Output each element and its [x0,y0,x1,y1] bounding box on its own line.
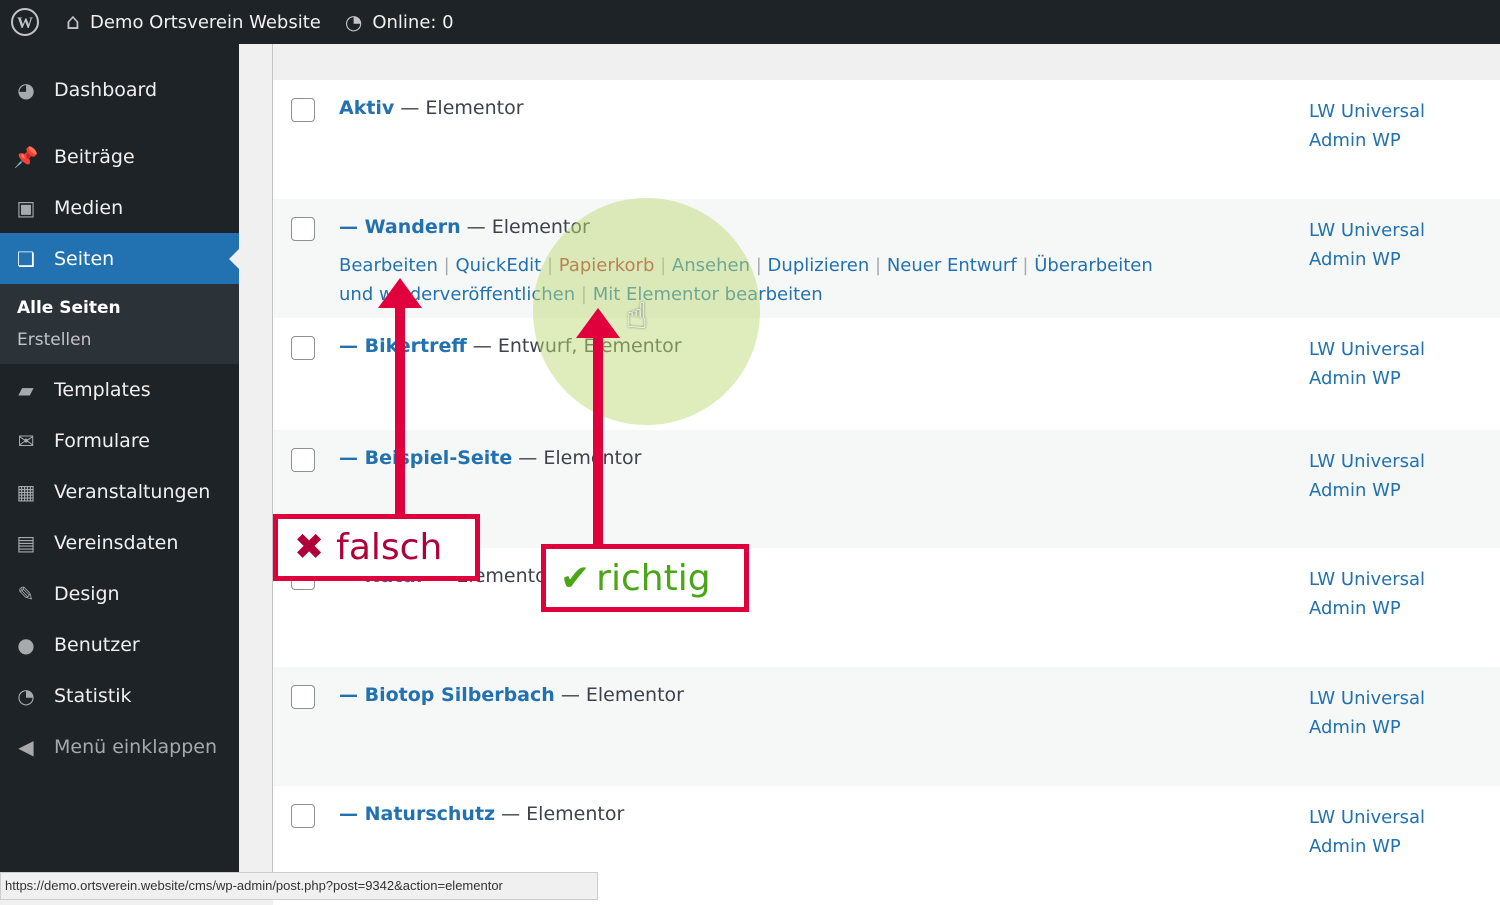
author-link[interactable]: LW Universal [1309,565,1425,594]
wordpress-logo-icon[interactable]: W [10,7,40,37]
svg-text:W: W [17,15,33,32]
page-title-link[interactable]: — Biotop Silberbach [339,684,555,706]
row-checkbox[interactable] [291,336,315,360]
pages-list: Aktiv — Elementor LW Universal Admin WP —… [272,44,1500,905]
author-link[interactable]: LW Universal [1309,447,1425,476]
author-link[interactable]: Admin WP [1309,594,1425,623]
label-right: ✔ richtig [541,544,749,612]
author-link[interactable]: Admin WP [1309,126,1425,155]
row-checkbox[interactable] [291,448,315,472]
author-link[interactable]: LW Universal [1309,684,1425,713]
x-icon: ✖ [294,527,325,568]
mail-icon: ✉ [17,428,35,453]
calendar-icon: ▦ [16,479,36,504]
page-state: — Elementor [495,803,625,825]
arrow-head-wrong [378,278,422,308]
id-card-icon: ▤ [16,530,36,555]
sidebar-item-1[interactable]: 📌 Beiträge [0,131,239,182]
pages-icon: ❏ [17,246,35,271]
arrow-right [593,330,603,547]
dashboard-icon: ◕ [17,77,35,102]
sidebar-item-5[interactable]: ✉ Formulare [0,415,239,466]
table-row: — Bikertreff — Entwurf, Elementor LW Uni… [273,318,1500,437]
author-link[interactable]: Admin WP [1309,364,1425,393]
author-link[interactable]: Admin WP [1309,713,1425,742]
online-counter[interactable]: ◔ Online: 0 [345,10,454,34]
table-row: — Biotop Silberbach — Elementor LW Unive… [273,667,1500,786]
collapse-icon: ◀ [18,734,34,759]
row-action-0[interactable]: Bearbeiten [339,255,438,276]
sidebar-item-8[interactable]: ✎ Design [0,568,239,619]
page-state: — Elementor [554,684,684,706]
page-title-link[interactable]: — Naturschutz [339,803,495,825]
pie-icon: ◔ [344,10,363,34]
pie-icon: ◔ [17,683,35,708]
sidebar-item-9[interactable]: ● Benutzer [0,619,239,670]
sidebar-item-11[interactable]: ◀ Menü einklappen [0,721,239,772]
folder-icon: ▰ [18,377,34,402]
table-row: — Wandern — Elementor Bearbeiten | Quick… [273,199,1500,318]
user-icon: ● [17,632,35,657]
site-name-link[interactable]: ⌂ Demo Ortsverein Website [66,10,321,35]
author-link[interactable]: LW Universal [1309,216,1425,245]
sidebar-item-6[interactable]: ▦ Veranstaltungen [0,466,239,517]
row-checkbox[interactable] [291,98,315,122]
home-icon: ⌂ [66,9,80,35]
author-link[interactable]: Admin WP [1309,476,1425,505]
author-link[interactable]: LW Universal [1309,335,1425,364]
sidebar-item-2[interactable]: ▣ Medien [0,182,239,233]
page-state: — Elementor [512,447,642,469]
row-checkbox[interactable] [291,217,315,241]
media-icon: ▣ [16,195,36,220]
author-link[interactable]: Admin WP [1309,245,1425,274]
submenu-all-pages[interactable]: Alle Seiten [0,292,239,324]
sidebar-item-7[interactable]: ▤ Vereinsdaten [0,517,239,568]
row-action-1[interactable]: QuickEdit [455,255,541,276]
author-link[interactable]: LW Universal [1309,97,1425,126]
pin-icon: 📌 [13,144,39,169]
row-checkbox[interactable] [291,804,315,828]
arrow-wrong [395,300,405,518]
sidebar-item-10[interactable]: ◔ Statistik [0,670,239,721]
label-wrong: ✖ falsch [273,514,480,581]
table-row: Aktiv — Elementor LW Universal Admin WP [273,80,1500,199]
author-link[interactable]: LW Universal [1309,803,1425,832]
submenu-create[interactable]: Erstellen [0,324,239,356]
sidebar-item-3[interactable]: ❏ Seiten [0,233,239,284]
row-checkbox[interactable] [291,685,315,709]
page-title-link[interactable]: Aktiv [339,97,394,119]
sidebar-item-0[interactable]: ◕ Dashboard [0,64,239,115]
arrow-head-right [576,308,620,338]
brush-icon: ✎ [17,581,35,606]
page-title-link[interactable]: — Wandern [339,216,461,238]
page-state: — Elementor [394,97,524,119]
sidebar-item-4[interactable]: ▰ Templates [0,364,239,415]
page-title-link[interactable]: — Beispiel-Seite [339,447,512,469]
admin-sidebar: ◕ Dashboard 📌 Beiträge ▣ Medien ❏ Seiten Alle Se… [0,44,239,872]
row-action-5[interactable]: Neuer Entwurf [887,255,1017,276]
submenu: Alle Seiten Erstellen [0,284,239,364]
check-icon: ✔ [560,557,591,599]
hand-cursor-icon: ☝ [626,296,648,337]
author-link[interactable]: Admin WP [1309,832,1425,861]
status-bar-url: https://demo.ortsverein.website/cms/wp-a… [0,872,598,900]
admin-bar: W ⌂ Demo Ortsverein Website ◔ Online: 0 [0,0,1500,44]
row-action-4[interactable]: Duplizieren [768,255,870,276]
